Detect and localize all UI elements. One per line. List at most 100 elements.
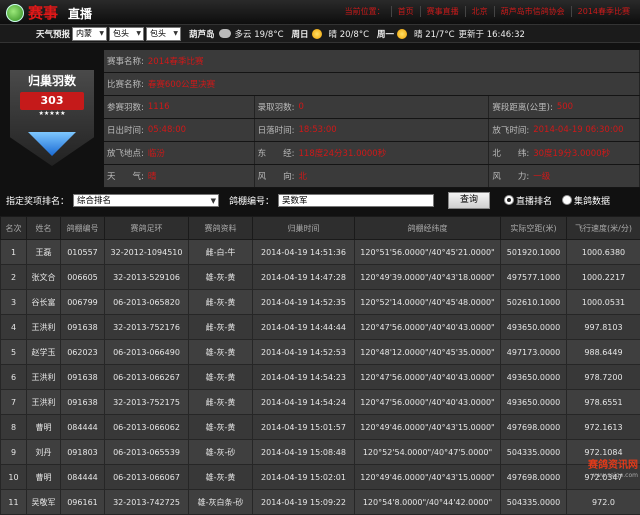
race-name-label: 赛事名称: (107, 55, 144, 67)
top-bar: 赛事 直播 当前位置： 首页 赛事直播 北京 葫芦岛市信鸽协会 2014春季比赛 (0, 0, 640, 25)
radio-live-rank[interactable] (504, 195, 514, 205)
column-header: 名次 (1, 217, 27, 240)
nav-link-region[interactable]: 北京 (465, 6, 494, 17)
entries-value: 1116 (148, 102, 170, 112)
table-cell: 2014-04-19 14:54:23 (253, 365, 355, 390)
radio-group-data[interactable] (562, 195, 572, 205)
loft-input[interactable]: 吴数军 (278, 194, 434, 207)
table-row[interactable]: 2张文合00660532-2013-529106雄-灰-黄2014-04-19 … (1, 265, 640, 290)
east-cell: 东 经:118度24分31.0000秒 (255, 142, 490, 164)
return-count-badge: 归巢羽数 303 ★★★★★ (10, 70, 94, 166)
table-cell: 10 (1, 465, 27, 490)
race-name-value: 2014春季比赛 (148, 55, 204, 67)
table-cell: 2014-04-19 14:44:44 (253, 315, 355, 340)
table-cell: 32-2013-742725 (105, 490, 189, 515)
table-cell: 6 (1, 365, 27, 390)
wind-dir-cell: 风 向:北 (255, 165, 490, 187)
brand-subtitle: 直播 (68, 5, 92, 22)
query-button[interactable]: 查询 (448, 192, 490, 209)
district-select[interactable]: 包头 (146, 27, 181, 41)
column-header: 姓名 (27, 217, 61, 240)
north-cell: 北 纬:30度19分3.0000秒 (489, 142, 640, 164)
table-cell: 张文合 (27, 265, 61, 290)
table-cell: 1000.2217 (567, 265, 640, 290)
nav-link-association[interactable]: 葫芦岛市信鸽协会 (494, 6, 571, 17)
badge-stars: ★★★★★ (30, 110, 74, 117)
table-row[interactable]: 11吴敬军09616132-2013-742725雄-灰白条-砂2014-04-… (1, 490, 640, 515)
recorded-cell: 录取羽数:0 (255, 96, 490, 118)
table-cell: 120°48'12.0000"/40°45'35.0000" (355, 340, 501, 365)
table-cell: 雌-白-牛 (189, 240, 253, 265)
table-cell: 2 (1, 265, 27, 290)
table-cell: 084444 (61, 465, 105, 490)
table-row[interactable]: 5赵学玉06202306-2013-066490雄-灰-黄2014-04-19 … (1, 340, 640, 365)
table-row[interactable]: 10曹明08444406-2013-066067雄-灰-黄2014-04-19 … (1, 465, 640, 490)
table-cell: 5 (1, 340, 27, 365)
table-cell: 06-2013-066067 (105, 465, 189, 490)
table-cell: 2014-04-19 14:47:28 (253, 265, 355, 290)
column-header: 赛鸽足环 (105, 217, 189, 240)
table-cell: 3 (1, 290, 27, 315)
column-header: 鸽棚经纬度 (355, 217, 501, 240)
table-header-row: 名次姓名鸽棚编号赛鸽足环赛鸽资料归巢时间鸽棚经纬度实际空距(米)飞行速度(米/分… (1, 217, 640, 240)
sunset-value: 18:53:00 (299, 125, 337, 135)
city-select[interactable]: 包头 (109, 27, 144, 41)
cloud-icon (219, 29, 231, 38)
table-cell: 06-2013-066490 (105, 340, 189, 365)
nav-link-home[interactable]: 首页 (391, 6, 420, 17)
table-cell: 120°52'54.0000"/40°47'5.0000" (355, 440, 501, 465)
distance-label: 赛段距离(公里): (492, 101, 553, 113)
table-cell: 雄-灰白条-砂 (189, 490, 253, 515)
sunrise-cell: 日出时间:05:48:00 (104, 119, 255, 141)
table-row[interactable]: 4王洪利09163832-2013-752176雌-灰-黄2014-04-19 … (1, 315, 640, 340)
table-cell: 雌-灰-黄 (189, 390, 253, 415)
table-cell: 091803 (61, 440, 105, 465)
table-row[interactable]: 3谷长富00679906-2013-065820雌-灰-黄2014-04-19 … (1, 290, 640, 315)
watermark-line2: www.saige.com (588, 471, 638, 481)
table-cell: 06-2013-065820 (105, 290, 189, 315)
table-row[interactable]: 9刘丹09180306-2013-065539雄-灰-砂2014-04-19 1… (1, 440, 640, 465)
sunset-cell: 日落时间:18:53:00 (255, 119, 490, 141)
table-cell: 493650.0000 (501, 315, 567, 340)
nav-link-race[interactable]: 2014春季比赛 (571, 6, 636, 17)
table-cell: 493650.0000 (501, 365, 567, 390)
table-cell: 2014-04-19 15:09:22 (253, 490, 355, 515)
table-cell: 2014-04-19 15:01:57 (253, 415, 355, 440)
table-cell: 2014-04-19 14:52:35 (253, 290, 355, 315)
table-row[interactable]: 7王洪利09163832-2013-752175雌-灰-黄2014-04-19 … (1, 390, 640, 415)
release-place-label: 放飞地点: (107, 147, 144, 159)
wind-label: 风 力: (492, 170, 529, 182)
table-cell: 1 (1, 240, 27, 265)
table-cell: 978.6551 (567, 390, 640, 415)
sunrise-value: 05:48:00 (148, 125, 186, 135)
entries-cell: 参赛羽数:1116 (104, 96, 255, 118)
weather-updated: 更新于 16:46:32 (459, 28, 525, 40)
table-cell: 006799 (61, 290, 105, 315)
table-cell: 雄-灰-黄 (189, 415, 253, 440)
table-cell: 504335.0000 (501, 490, 567, 515)
province-select[interactable]: 内蒙 (72, 27, 107, 41)
east-value: 118度24分31.0000秒 (299, 147, 387, 159)
table-cell: 997.8103 (567, 315, 640, 340)
results-table: 名次姓名鸽棚编号赛鸽足环赛鸽资料归巢时间鸽棚经纬度实际空距(米)飞行速度(米/分… (0, 216, 640, 515)
table-cell: 972.1613 (567, 415, 640, 440)
weather-place: 葫芦岛 (189, 28, 215, 40)
rank-select[interactable]: 综合排名 (73, 194, 219, 207)
nav-link-live[interactable]: 赛事直播 (420, 6, 465, 17)
table-row[interactable]: 8曹明08444406-2013-066062雄-灰-黄2014-04-19 1… (1, 415, 640, 440)
event-name-label: 比赛名称: (107, 78, 144, 90)
table-cell: 7 (1, 390, 27, 415)
table-cell: 501920.1000 (501, 240, 567, 265)
table-cell: 091638 (61, 390, 105, 415)
logo-icon (6, 4, 24, 22)
table-cell: 雄-灰-黄 (189, 340, 253, 365)
table-cell: 赵学玉 (27, 340, 61, 365)
column-header: 实际空距(米) (501, 217, 567, 240)
weather-today: 多云 19/8°C (235, 28, 284, 40)
table-row[interactable]: 6王洪利09163806-2013-066267雄-灰-黄2014-04-19 … (1, 365, 640, 390)
table-cell: 32-2013-529106 (105, 265, 189, 290)
north-value: 30度19分3.0000秒 (533, 147, 610, 159)
table-cell: 吴敬军 (27, 490, 61, 515)
table-row[interactable]: 1王磊01055732-2012-1094510雌-白-牛2014-04-19 … (1, 240, 640, 265)
table-cell: 091638 (61, 315, 105, 340)
